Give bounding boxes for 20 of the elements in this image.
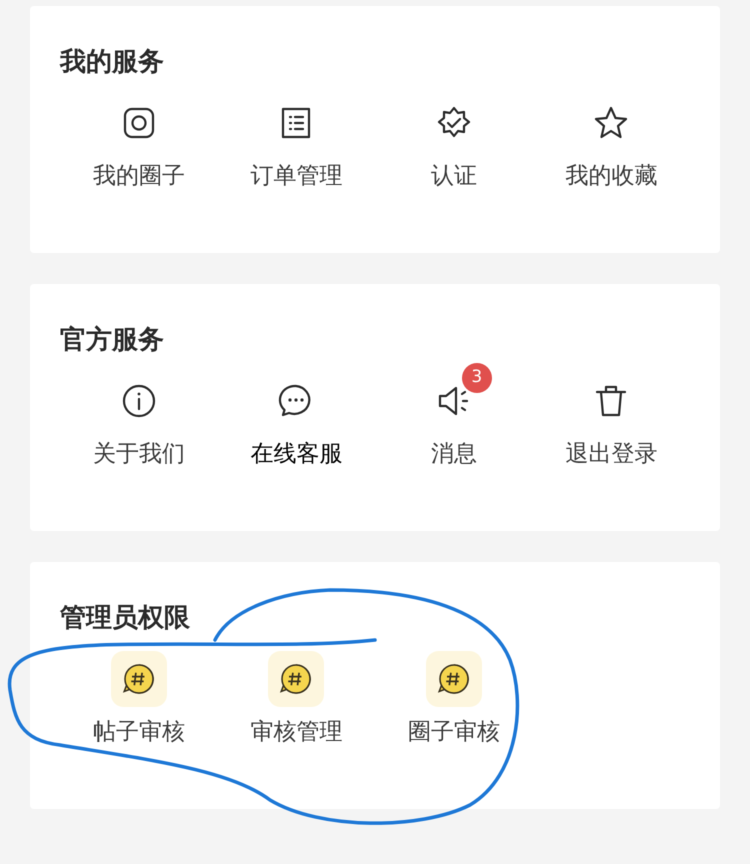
- hashtag-bubble-icon[interactable]: [268, 651, 324, 707]
- menu-label[interactable]: 消息: [430, 439, 477, 469]
- menu-label[interactable]: 关于我们: [92, 439, 185, 469]
- info-icon[interactable]: [120, 383, 157, 419]
- count-badge: 3: [462, 363, 492, 393]
- section-title: 官方服务: [60, 324, 164, 357]
- menu-label[interactable]: 圈子审核: [408, 717, 500, 747]
- menu-label[interactable]: 帖子审核: [92, 717, 185, 747]
- hashtag-bubble-icon[interactable]: [426, 651, 482, 707]
- menu-label[interactable]: 认证: [430, 161, 477, 191]
- menu-label[interactable]: 我的收藏: [565, 161, 658, 191]
- menu-label[interactable]: 退出登录: [565, 439, 658, 469]
- menu-label[interactable]: 审核管理: [250, 717, 342, 747]
- star-icon[interactable]: [593, 105, 630, 141]
- section-title: 我的服务: [60, 46, 164, 79]
- hashtag-bubble-icon[interactable]: [110, 651, 167, 707]
- section-title: 管理员权限: [60, 602, 190, 635]
- menu-label[interactable]: 订单管理: [250, 161, 342, 191]
- menu-label[interactable]: 在线客服: [250, 439, 342, 469]
- menu-label[interactable]: 我的圈子: [92, 161, 185, 191]
